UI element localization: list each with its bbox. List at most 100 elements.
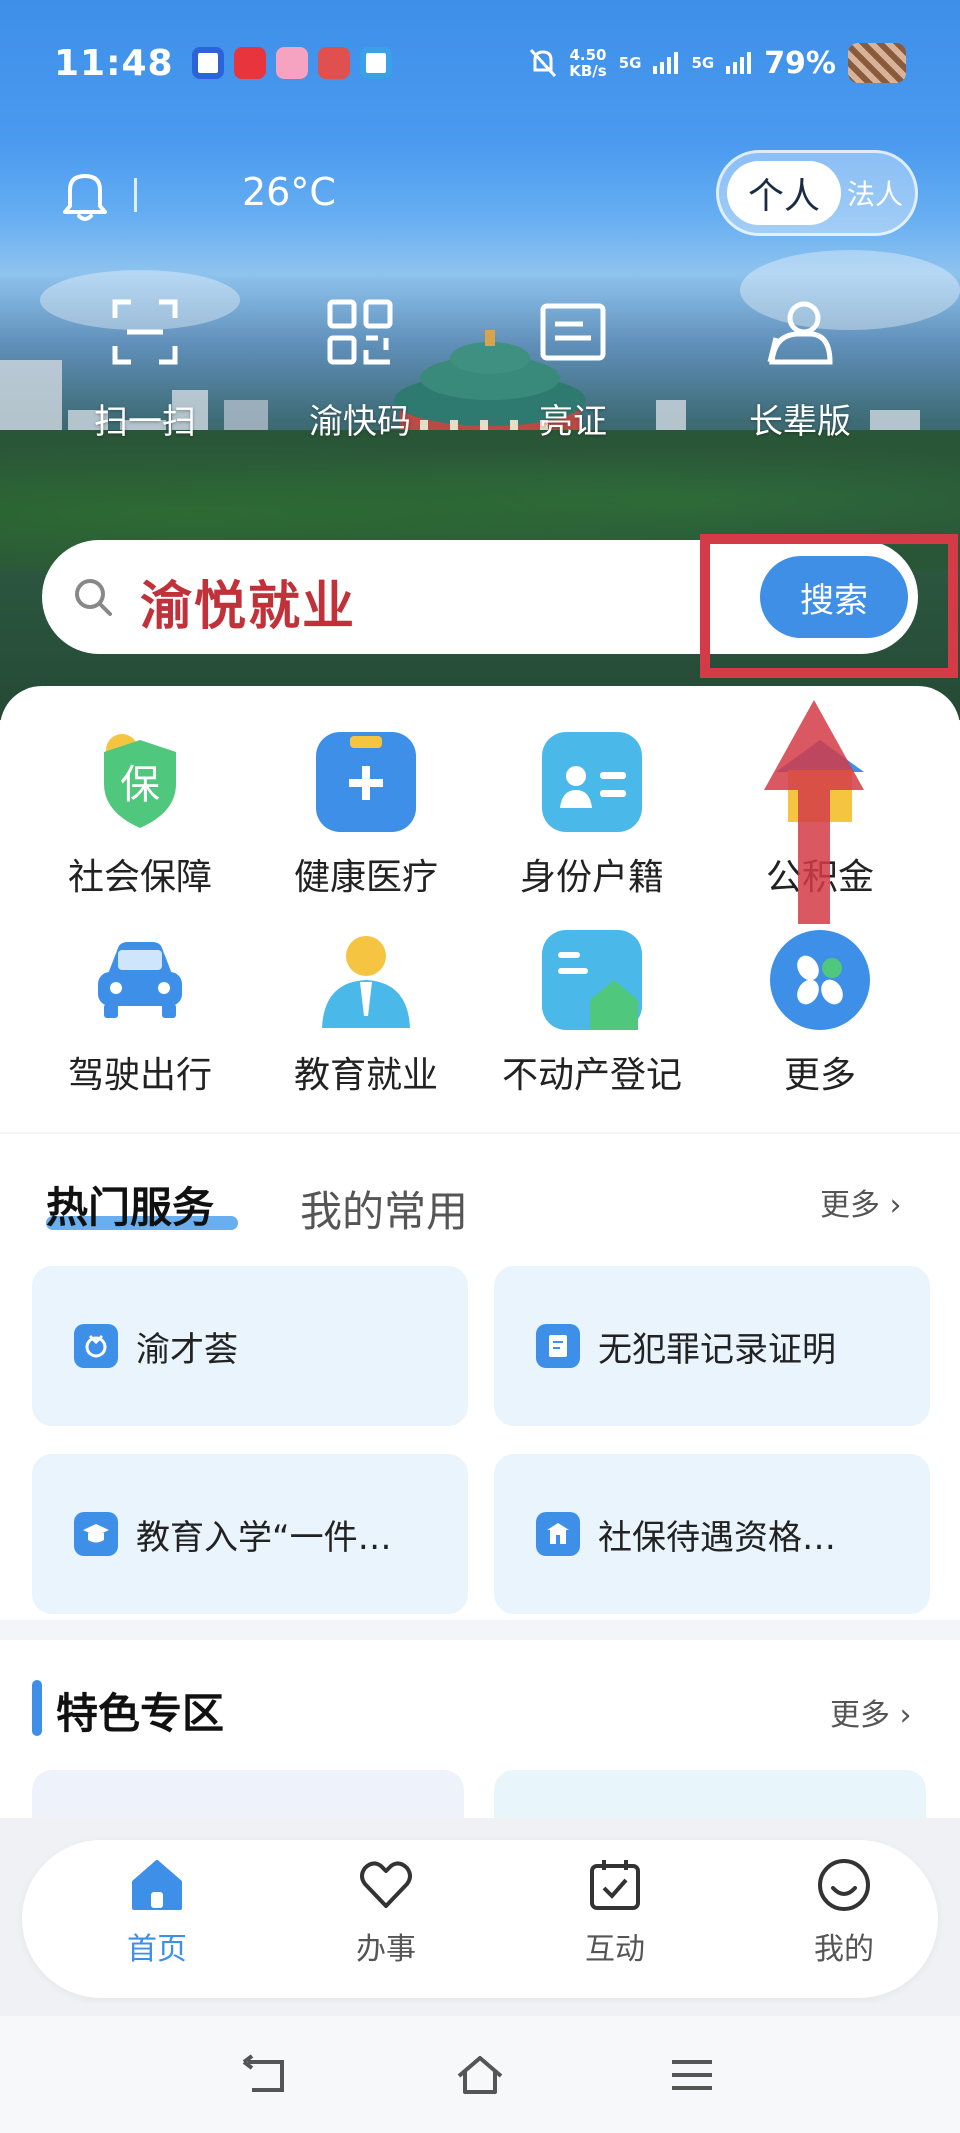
quick-action-elder-mode[interactable]: 长辈版 [710,298,890,443]
divider [134,178,137,212]
category-label: 社会保障 [67,857,212,898]
service-card[interactable]: 社保待遇资格… [494,1454,930,1614]
hot-services-section: 热门服务 我的常用 更多 › 渝才荟 无犯罪记录证明 教育入学“一件… 社保待遇… [0,1134,960,1620]
net-speed-value: 4.50 [569,46,607,64]
car-icon [90,930,190,1030]
system-navigation-bar [0,2016,960,2133]
featured-section: 特色专区 更多 › [0,1640,960,1830]
service-label: 无犯罪记录证明 [598,1330,836,1370]
category-social-security[interactable]: 保 社会保障 [40,732,240,900]
category-identity[interactable]: 身份户籍 [492,732,692,900]
shield-glyph: 保 [120,762,160,808]
chevron-right-icon: › [890,1698,912,1733]
category-property[interactable]: 不动产登记 [492,930,692,1098]
scan-icon [112,299,178,365]
service-label: 渝才荟 [136,1330,238,1370]
quick-action-qr[interactable]: 渝快码 [270,298,450,443]
home-icon [132,1860,182,1910]
status-time: 11:48 [54,42,174,84]
identity-personal[interactable]: 个人 [727,161,841,225]
mute-icon [530,48,557,78]
app-notification-icon [233,47,266,79]
service-label: 社保待遇资格… [598,1518,836,1558]
category-label: 不动产登记 [501,1055,682,1096]
quick-action-label: 亮证 [539,402,607,442]
id-card-icon [542,732,642,832]
service-card[interactable]: 渝才荟 [32,1266,468,1426]
quick-action-scan[interactable]: 扫一扫 [55,298,235,443]
category-label: 健康医疗 [293,857,438,898]
category-label: 教育就业 [293,1055,438,1096]
annotation-highlight-box [700,534,958,678]
status-avatar-icon [848,43,906,83]
home-nav-icon[interactable] [455,2052,505,2098]
menu-icon[interactable] [668,2052,718,2098]
identity-legal[interactable]: 法人 [847,173,903,213]
nav-interact[interactable]: 互动 [540,1856,690,1968]
tab-hot-services[interactable]: 热门服务 [46,1174,214,1235]
building-icon [536,1512,580,1556]
signal-icon [726,52,752,74]
net-speed: 4.50 KB/s [569,47,606,79]
app-notification-icon [359,47,392,79]
nav-me[interactable]: 我的 [769,1856,919,1968]
talent-icon [74,1324,118,1368]
shield-icon: 保 [90,732,190,832]
signal-icon [653,52,679,74]
app-notification-icon [191,47,224,79]
nav-label: 办事 [356,1932,416,1967]
quick-action-show-id[interactable]: 亮证 [483,298,663,443]
nav-home[interactable]: 首页 [82,1856,232,1968]
category-label: 身份户籍 [519,857,664,898]
category-driving[interactable]: 驾驶出行 [40,930,240,1098]
teacher-icon [316,930,416,1030]
service-card[interactable]: 无犯罪记录证明 [494,1266,930,1426]
category-health[interactable]: 健康医疗 [266,732,466,900]
hot-services-more-link[interactable]: 更多 › [820,1180,902,1224]
nav-label: 互动 [585,1932,645,1967]
nav-services[interactable]: 办事 [311,1856,461,1968]
identity-toggle[interactable]: 个人 法人 [716,150,918,236]
temperature: 26°C [242,170,336,214]
graduation-cap-icon [74,1512,118,1556]
app-notification-icon [317,47,350,79]
net-speed-unit: KB/s [569,62,607,80]
more-label: 更多 [830,1698,890,1733]
annotation-arrow-icon [764,700,864,924]
featured-title: 特色专区 [56,1689,225,1738]
search-icon [75,579,112,616]
tab-my-common[interactable]: 我的常用 [300,1178,468,1239]
notification-icons [191,47,392,79]
quick-action-label: 长辈版 [749,402,851,442]
bell-icon[interactable] [60,168,110,222]
category-more[interactable]: 更多 [720,930,920,1098]
bottom-nav: 首页 办事 互动 我的 [22,1840,938,1998]
heart-icon [360,1861,412,1908]
top-bar: 26°C 个人 法人 [0,150,960,240]
calendar-check-icon [590,1860,640,1910]
more-label: 更多 [820,1188,880,1223]
smile-icon [818,1859,870,1911]
chevron-right-icon: › [880,1188,902,1223]
back-icon[interactable] [242,2052,292,2098]
search-input[interactable]: 渝悦就业 [140,564,356,639]
quick-actions: 扫一扫 渝快码 亮证 长辈版 [0,298,960,458]
status-bar: 11:48 4.50 KB/s 5G 5G 79% [0,0,960,126]
service-label: 教育入学“一件… [136,1518,392,1558]
featured-more-link[interactable]: 更多 › [830,1690,912,1734]
medical-kit-icon [316,732,416,832]
quick-action-label: 扫一扫 [94,402,196,442]
category-label: 更多 [783,1055,856,1096]
signal-label: 5G [691,54,715,72]
app-notification-icon [275,47,308,79]
property-icon [542,930,642,1030]
bottom-nav-area: 首页 办事 互动 我的 [0,1818,960,2016]
signal-label: 5G [618,54,642,72]
nav-label: 我的 [814,1932,874,1967]
section-marker [32,1680,42,1736]
service-card[interactable]: 教育入学“一件… [32,1454,468,1614]
more-apps-icon [770,930,870,1030]
qr-code-icon [327,299,393,365]
category-education[interactable]: 教育就业 [266,930,466,1098]
category-label: 驾驶出行 [67,1055,212,1096]
